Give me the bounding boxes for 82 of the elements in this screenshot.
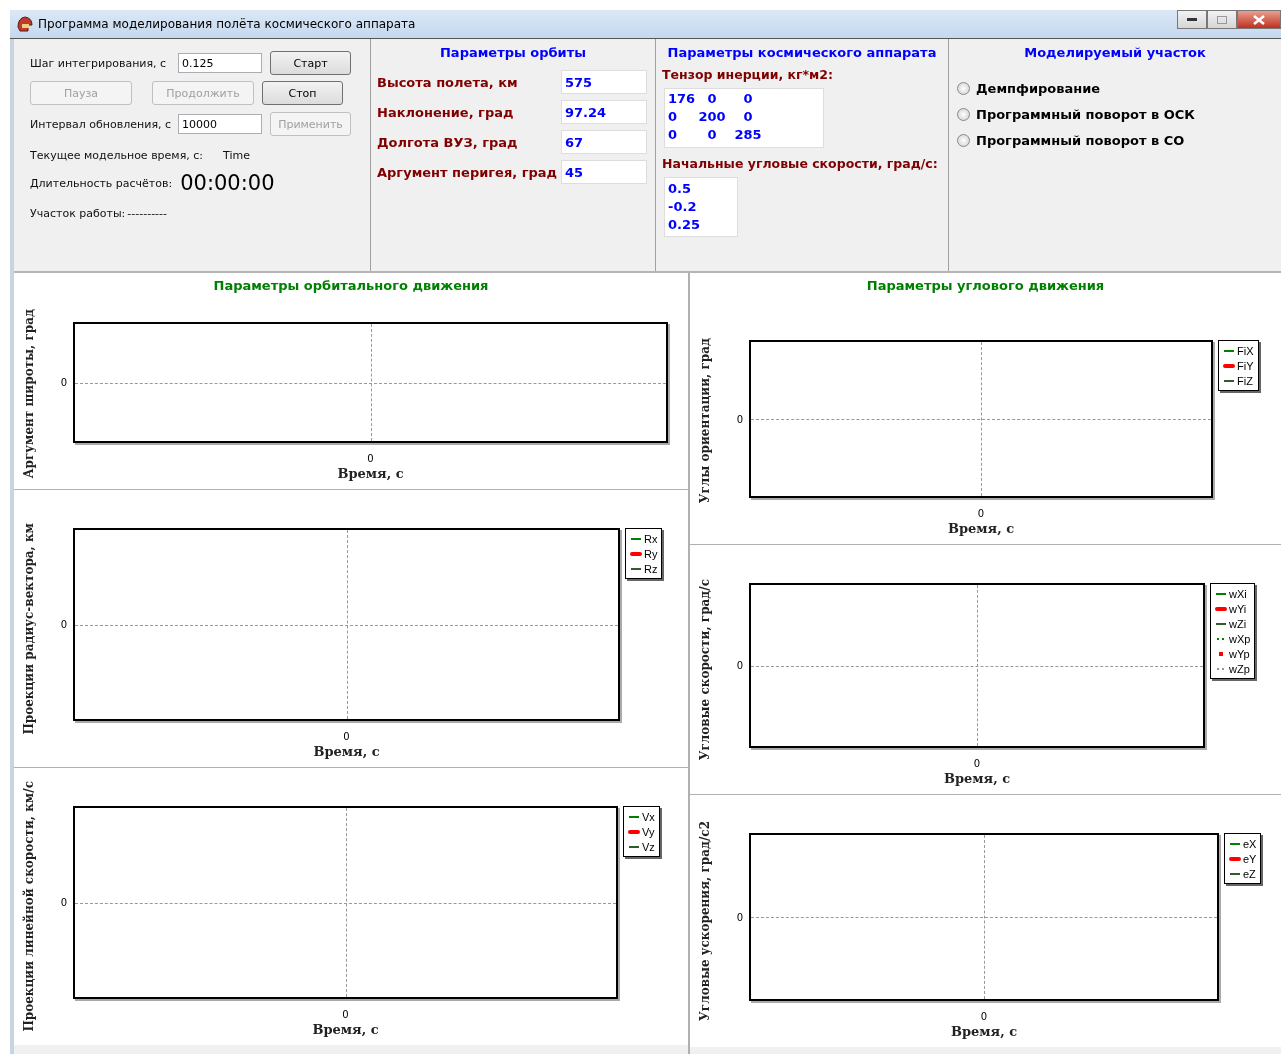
maximize-button[interactable] bbox=[1207, 10, 1237, 29]
segment-label: Участок работы: bbox=[30, 206, 126, 220]
window-title: Программа моделирования полёта космического аппарата bbox=[38, 17, 416, 31]
tick-label: 0 bbox=[342, 1009, 349, 1020]
legend-label: wYi bbox=[1229, 602, 1247, 615]
tick-label: 0 bbox=[736, 660, 743, 671]
tick-label: 0 bbox=[367, 453, 374, 464]
tick-label: 0 bbox=[736, 413, 743, 425]
axis-label: Время, с bbox=[313, 744, 380, 759]
axis-label: Проекции линейной скорости, км/с bbox=[22, 781, 36, 1032]
axis-label: Аргумент широты, град bbox=[22, 308, 36, 479]
axis-label: Время, с bbox=[947, 521, 1015, 536]
legend-label: eY bbox=[1243, 852, 1257, 865]
minimize-icon bbox=[1187, 17, 1197, 22]
legend-label: Rz bbox=[644, 562, 658, 575]
duration-value: 00:00:00 bbox=[180, 171, 275, 195]
segment-value: ---------- bbox=[127, 206, 167, 220]
radio-option[interactable]: Демпфирование bbox=[957, 75, 1101, 101]
axis-label: Время, с bbox=[950, 1024, 1018, 1039]
minimize-button[interactable] bbox=[1177, 10, 1207, 29]
parameter-label: Долгота ВУЗ, град bbox=[377, 134, 519, 150]
tick-label: 0 bbox=[60, 377, 67, 388]
chart-title: Параметры углового движения bbox=[865, 277, 1106, 295]
chart-title: Параметры орбитального движения bbox=[212, 277, 490, 295]
maximize-icon bbox=[1217, 15, 1227, 24]
legend-label: wXp bbox=[1229, 632, 1251, 645]
time-label: Текущее модельное время, с: bbox=[30, 148, 205, 162]
tensor-field[interactable]: 176 0 0 0 200 0 0 0 285 bbox=[664, 88, 824, 148]
tick-label: 0 bbox=[977, 508, 985, 519]
tick-label: 0 bbox=[60, 897, 67, 908]
legend-label: wYp bbox=[1229, 647, 1250, 660]
stop-button[interactable]: Стоп bbox=[262, 81, 343, 105]
close-icon bbox=[1253, 14, 1265, 25]
legend-label: FiY bbox=[1237, 359, 1254, 372]
section-title: Параметры орбиты bbox=[439, 44, 587, 62]
tick-label: 0 bbox=[973, 758, 981, 769]
legend-label: Rx bbox=[644, 532, 658, 545]
legend-label: Vy bbox=[642, 825, 655, 838]
legend-label: wZp bbox=[1229, 662, 1250, 675]
rates-field[interactable]: 0.5 -0.2 0.25 bbox=[664, 177, 738, 237]
duration-label: Длительность расчётов: bbox=[30, 176, 173, 190]
parameter-field[interactable]: 575 bbox=[561, 70, 647, 94]
axis-label: Угловые скорости, град/с bbox=[698, 578, 712, 761]
tick-label: 0 bbox=[736, 911, 743, 923]
section-title: Моделируемый участок bbox=[1023, 44, 1207, 62]
parameter-field[interactable]: 97.24 bbox=[561, 100, 647, 124]
tick-label: 0 bbox=[60, 619, 67, 630]
parameter-label: Высота полета, км bbox=[377, 74, 519, 90]
helmet-icon bbox=[16, 15, 34, 33]
radio-option[interactable]: Программный поворот в СО bbox=[957, 127, 1185, 153]
legend-label: FiZ bbox=[1237, 374, 1253, 387]
radio-option[interactable]: Программный поворот в ОСК bbox=[957, 101, 1195, 127]
step-field[interactable]: 0.125 bbox=[178, 53, 262, 73]
legend-label: eZ bbox=[1243, 867, 1256, 880]
rates-label: Начальные угловые скорости, град/с: bbox=[661, 155, 939, 173]
tick-label: 0 bbox=[980, 1011, 988, 1022]
parameter-field[interactable]: 67 bbox=[561, 130, 647, 154]
axis-label: Время, с bbox=[943, 771, 1011, 786]
legend-label: FiX bbox=[1237, 344, 1254, 357]
field-label: Шаг интегрирования, с bbox=[30, 56, 168, 70]
axis-label: Проекции радиус-вектора, км bbox=[22, 522, 36, 735]
tick-label: 0 bbox=[343, 731, 350, 742]
axis-label: Время, с bbox=[337, 466, 404, 481]
interval-field[interactable]: 10000 bbox=[178, 114, 262, 134]
legend-label: wXi bbox=[1229, 587, 1247, 600]
legend-label: Vx bbox=[642, 810, 655, 823]
legend-label: eX bbox=[1243, 837, 1257, 850]
close-button[interactable] bbox=[1237, 10, 1281, 29]
axis-label: Время, с bbox=[312, 1022, 379, 1037]
parameter-label: Аргумент перигея, град bbox=[377, 164, 559, 180]
start-button[interactable]: Старт bbox=[270, 51, 351, 75]
axis-label: Углы ориентации, град bbox=[698, 338, 712, 504]
parameter-label: Наклонение, град bbox=[377, 104, 515, 120]
tensor-label: Тензор инерции, кг*м2: bbox=[661, 67, 834, 84]
legend-label: Vz bbox=[642, 840, 655, 853]
time-value: Time bbox=[223, 148, 250, 162]
legend-label: wZi bbox=[1229, 617, 1247, 630]
field-label: Интервал обновления, с bbox=[30, 117, 170, 131]
section-title: Параметры космического аппарата bbox=[666, 44, 938, 62]
legend-label: Ry bbox=[644, 547, 658, 560]
axis-label: Угловые ускорения, град/с2 bbox=[698, 821, 712, 1021]
parameter-field[interactable]: 45 bbox=[561, 160, 647, 184]
